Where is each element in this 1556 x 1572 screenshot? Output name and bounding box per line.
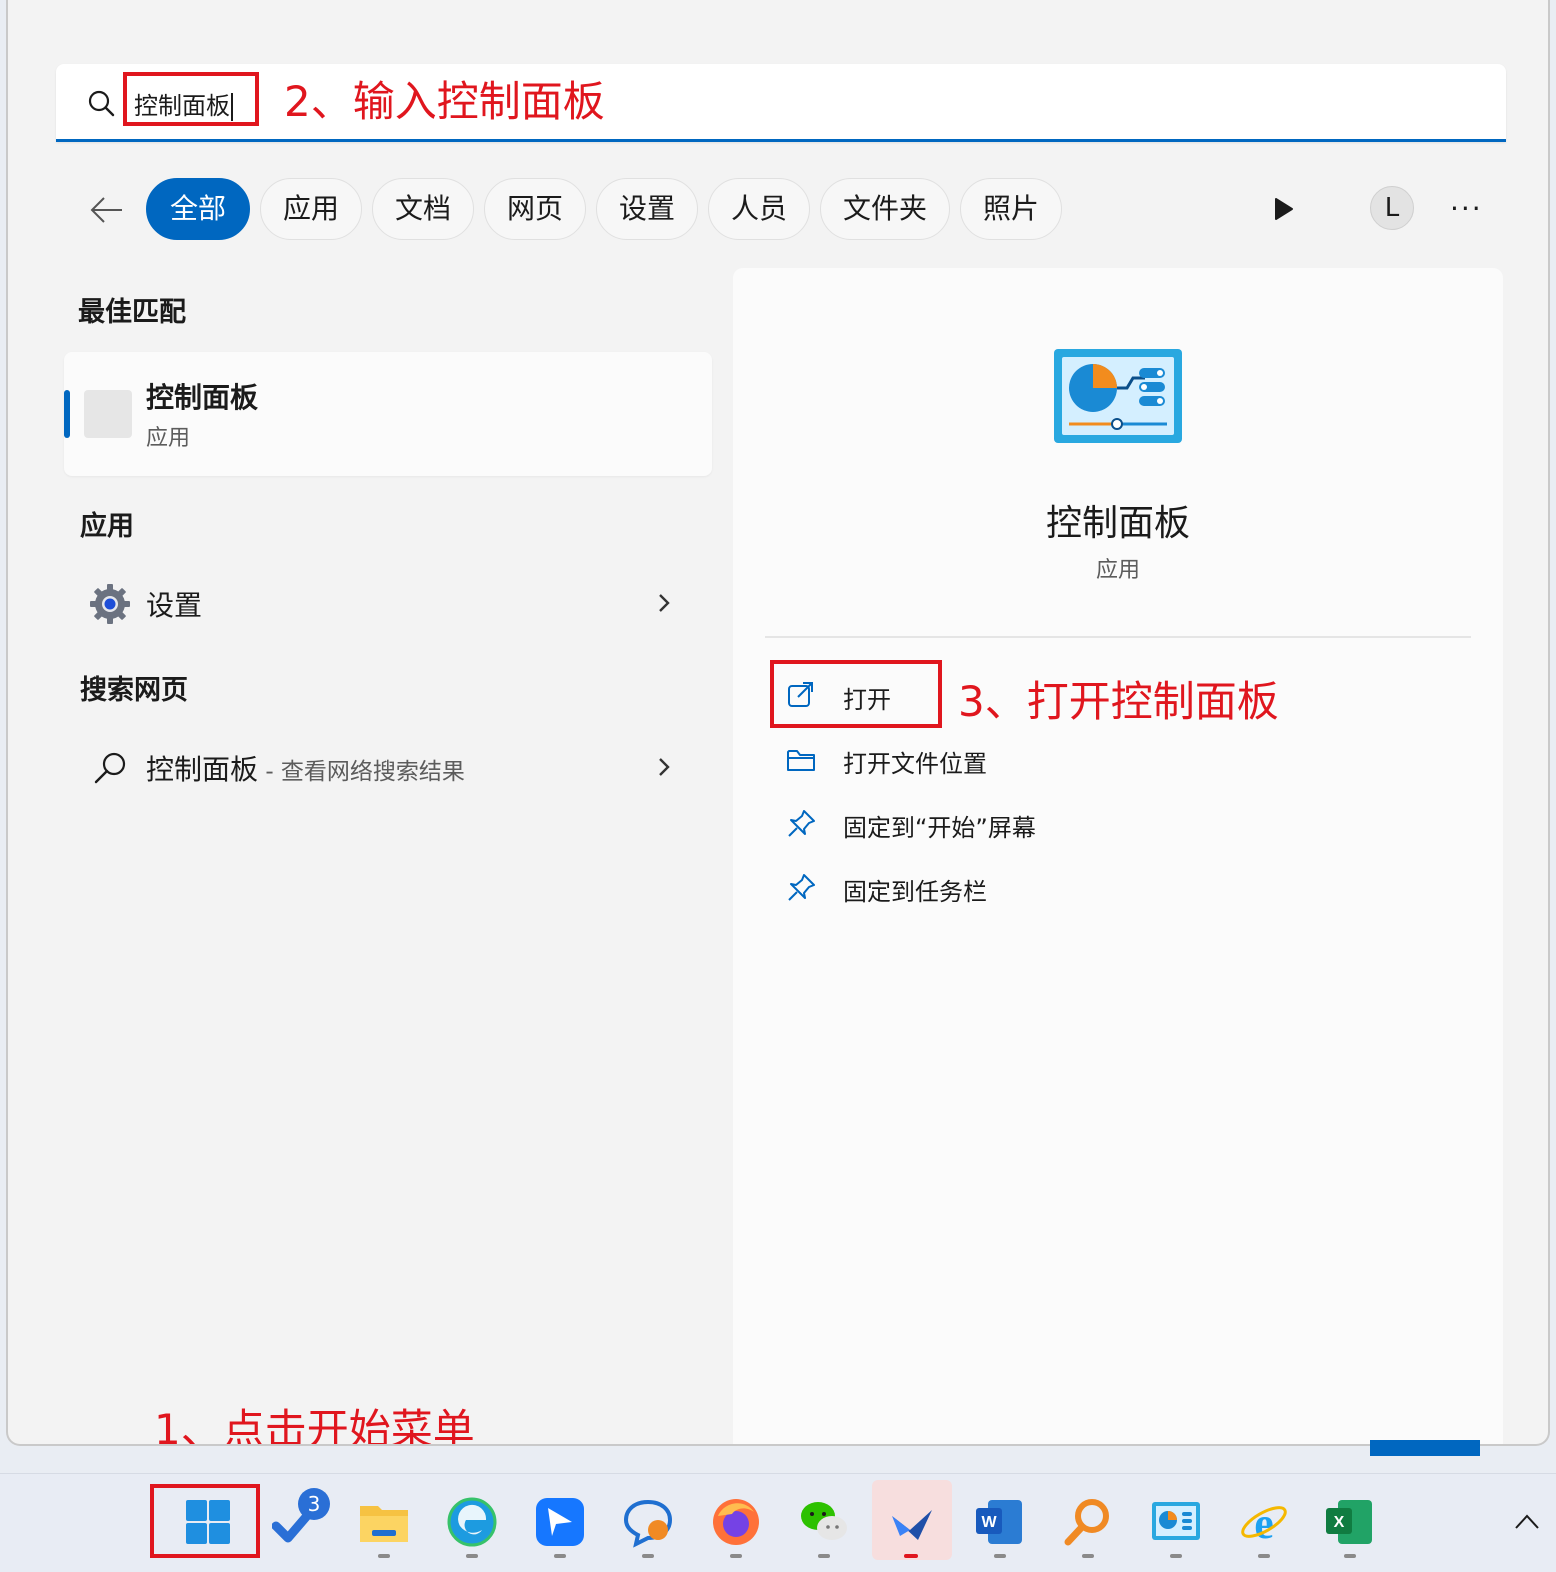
tab-people[interactable]: 人员 bbox=[708, 178, 810, 240]
action-open-file-location[interactable]: 打开文件位置 bbox=[779, 732, 1379, 788]
running-indicator bbox=[1258, 1554, 1270, 1558]
tab-settings[interactable]: 设置 bbox=[596, 178, 698, 240]
svg-text:e: e bbox=[1254, 1499, 1274, 1548]
svg-text:X: X bbox=[1334, 1514, 1345, 1531]
action-pin-to-start[interactable]: 固定到“开始”屏幕 bbox=[779, 796, 1379, 852]
svg-text:W: W bbox=[981, 1514, 997, 1531]
app-placeholder-icon bbox=[84, 390, 132, 438]
annotation-box-open bbox=[770, 660, 942, 728]
control-panel-icon[interactable] bbox=[1150, 1496, 1202, 1548]
filter-bar: 全部 应用 文档 网页 设置 人员 文件夹 照片 L ··· bbox=[8, 178, 1548, 240]
accent-strip bbox=[1370, 1440, 1480, 1456]
control-panel-icon bbox=[1054, 349, 1182, 443]
file-explorer-icon[interactable] bbox=[358, 1496, 410, 1548]
word-icon[interactable]: W bbox=[974, 1496, 1026, 1548]
running-indicator bbox=[642, 1554, 654, 1558]
running-indicator bbox=[1170, 1554, 1182, 1558]
apps-heading: 应用 bbox=[80, 511, 134, 542]
list-item-sublabel: - 查看网络搜索结果 bbox=[258, 759, 465, 785]
best-match-type: 应用 bbox=[146, 426, 191, 451]
annotation-box-start bbox=[150, 1484, 260, 1558]
firefox-icon[interactable] bbox=[710, 1496, 762, 1548]
running-indicator bbox=[818, 1554, 830, 1558]
detail-app-type: 应用 bbox=[1095, 558, 1140, 583]
search-icon bbox=[94, 752, 126, 784]
list-item-label: 控制面板 - 查看网络搜索结果 bbox=[146, 753, 465, 786]
tab-all[interactable]: 全部 bbox=[146, 178, 250, 240]
chevron-up-icon[interactable] bbox=[1512, 1510, 1542, 1534]
tab-web[interactable]: 网页 bbox=[484, 178, 586, 240]
tab-photos[interactable]: 照片 bbox=[960, 178, 1062, 240]
list-item-label: 设置 bbox=[146, 589, 203, 622]
avatar[interactable]: L bbox=[1370, 186, 1414, 230]
detail-app-name: 控制面板 bbox=[1045, 503, 1190, 544]
notification-badge: 3 bbox=[298, 1488, 330, 1520]
folder-icon bbox=[787, 750, 815, 771]
running-indicator bbox=[554, 1554, 566, 1558]
divider bbox=[765, 636, 1471, 638]
chat-bubble-icon[interactable] bbox=[622, 1496, 674, 1548]
pin-icon bbox=[788, 810, 815, 837]
tab-documents[interactable]: 文档 bbox=[372, 178, 474, 240]
action-label: 打开文件位置 bbox=[843, 750, 987, 778]
play-icon[interactable] bbox=[1270, 196, 1296, 222]
tab-folders[interactable]: 文件夹 bbox=[820, 178, 950, 240]
start-search-panel: 控制面板 2、输入控制面板 全部 应用 文档 网页 设置 人员 文件夹 照片 L… bbox=[6, 0, 1550, 1446]
action-label: 固定到任务栏 bbox=[843, 878, 987, 906]
feishu-icon[interactable] bbox=[534, 1496, 586, 1548]
pin-icon bbox=[788, 874, 815, 901]
annotation-step-2: 2、输入控制面板 bbox=[284, 77, 605, 126]
running-indicator bbox=[1344, 1554, 1356, 1558]
best-match-heading: 最佳匹配 bbox=[78, 297, 186, 328]
back-arrow-icon[interactable] bbox=[86, 190, 126, 230]
web-search-heading: 搜索网页 bbox=[80, 675, 188, 706]
list-item-web-search[interactable]: 控制面板 - 查看网络搜索结果 bbox=[64, 732, 712, 802]
annotation-step-1: 1、点击开始菜单 bbox=[154, 1405, 475, 1446]
active-indicator bbox=[904, 1554, 918, 1558]
wechat-icon[interactable] bbox=[798, 1496, 850, 1548]
ie-icon[interactable]: e bbox=[1238, 1496, 1290, 1548]
running-indicator bbox=[378, 1554, 390, 1558]
chevron-right-icon[interactable] bbox=[654, 754, 674, 780]
running-indicator bbox=[994, 1554, 1006, 1558]
lark-icon[interactable] bbox=[886, 1496, 938, 1548]
gear-icon bbox=[90, 584, 130, 624]
list-item-settings[interactable]: 设置 bbox=[64, 568, 712, 638]
selection-accent bbox=[64, 390, 70, 438]
annotation-box-search bbox=[123, 72, 259, 126]
search-icon bbox=[88, 90, 115, 117]
search-magnifier-icon[interactable] bbox=[1062, 1496, 1114, 1548]
running-indicator bbox=[1082, 1554, 1094, 1558]
action-label: 固定到“开始”屏幕 bbox=[843, 814, 1036, 842]
running-indicator bbox=[466, 1554, 478, 1558]
action-pin-to-taskbar[interactable]: 固定到任务栏 bbox=[779, 860, 1379, 916]
running-indicator bbox=[730, 1554, 742, 1558]
annotation-step-3: 3、打开控制面板 bbox=[958, 677, 1279, 726]
best-match-card[interactable]: 控制面板 应用 bbox=[64, 352, 712, 476]
excel-icon[interactable]: X bbox=[1324, 1496, 1376, 1548]
search-bar[interactable]: 控制面板 bbox=[56, 64, 1506, 142]
more-options-button[interactable]: ··· bbox=[1450, 192, 1483, 225]
tab-apps[interactable]: 应用 bbox=[260, 178, 362, 240]
detail-pane: 控制面板 应用 打开 打开文件位置 固定到“开始”屏幕 固定到任务栏 bbox=[733, 268, 1503, 1444]
edge-icon[interactable] bbox=[446, 1496, 498, 1548]
chevron-right-icon[interactable] bbox=[654, 590, 674, 616]
best-match-name: 控制面板 bbox=[146, 381, 259, 414]
